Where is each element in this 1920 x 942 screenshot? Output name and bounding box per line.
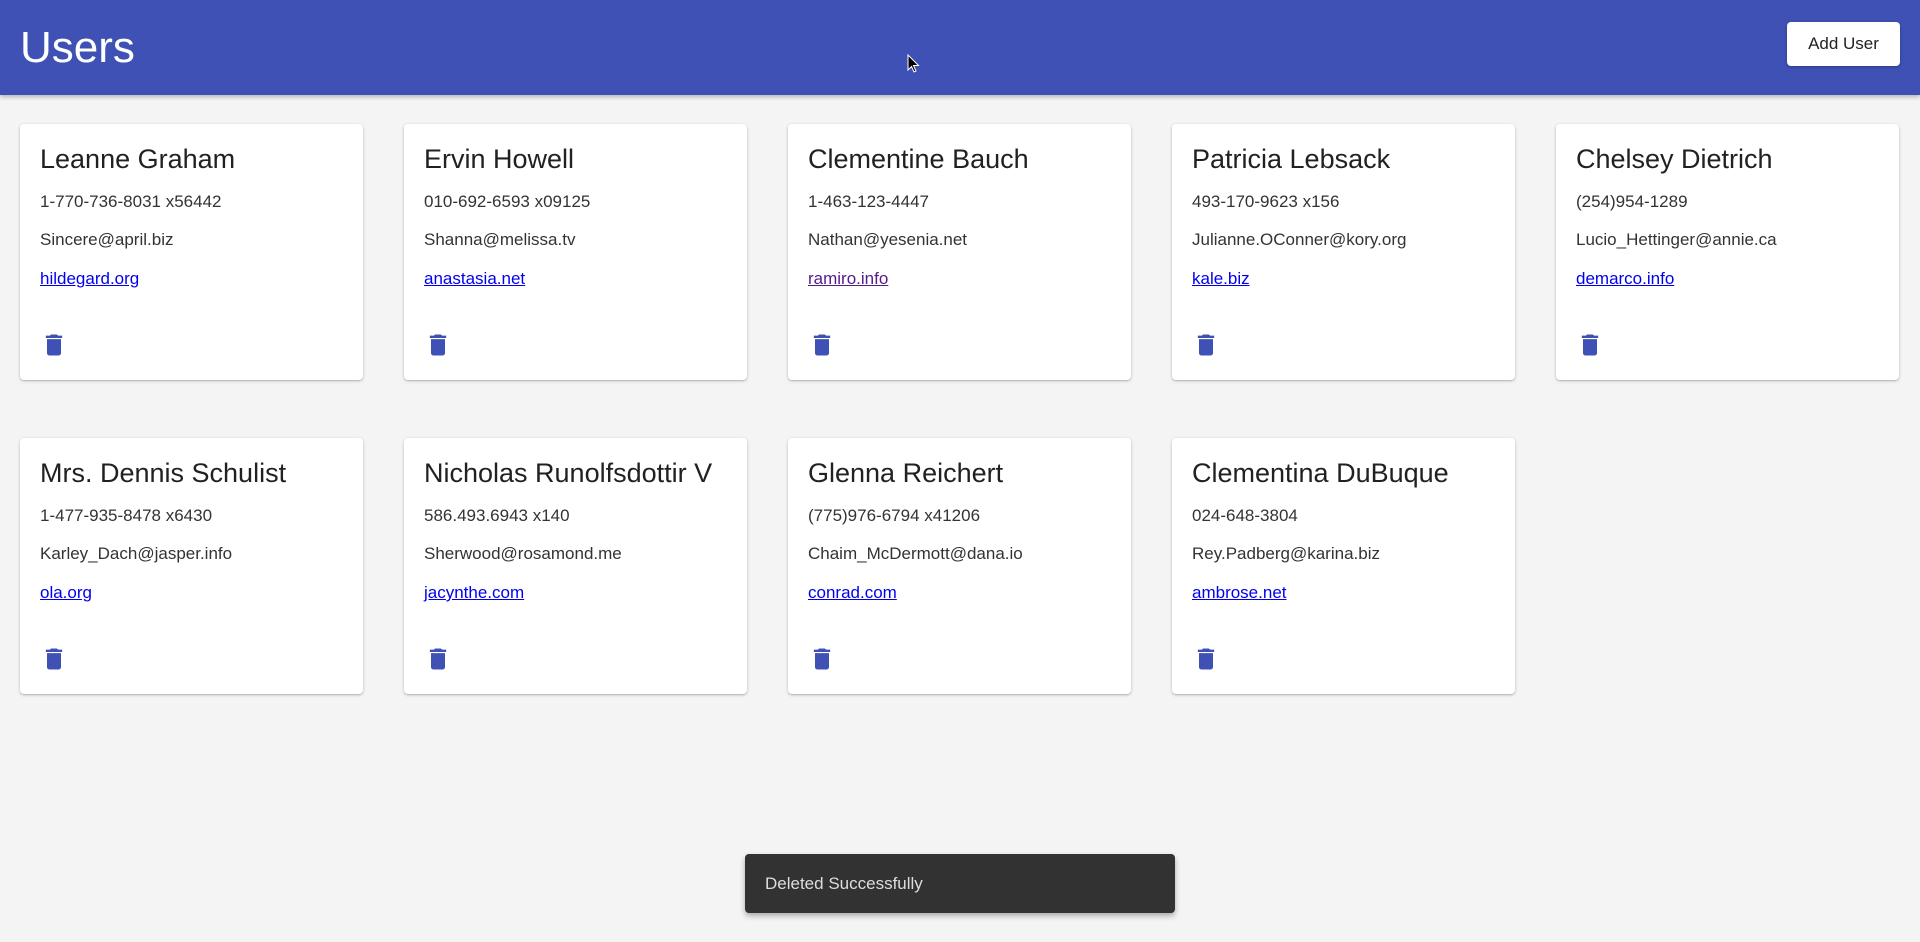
delete-user-button[interactable] <box>1192 330 1220 360</box>
trash-icon <box>1581 334 1599 356</box>
delete-user-button[interactable] <box>808 330 836 360</box>
user-website-link[interactable]: kale.biz <box>1192 269 1250 289</box>
user-card: Glenna Reichert (775)976-6794 x41206 Cha… <box>788 438 1131 694</box>
user-email: Julianne.OConner@kory.org <box>1192 230 1407 249</box>
user-phone: (254)954-1289 <box>1576 192 1688 211</box>
user-phone: 1-477-935-8478 x6430 <box>40 506 213 525</box>
snackbar-message: Deleted Successfully <box>765 874 923 893</box>
user-name: Nicholas Runolfsdottir V <box>424 458 713 488</box>
delete-user-button[interactable] <box>808 644 836 674</box>
user-name: Clementine Bauch <box>808 144 1029 174</box>
user-name: Chelsey Dietrich <box>1576 144 1773 174</box>
user-name: Glenna Reichert <box>808 458 1004 488</box>
user-card: Clementina DuBuque 024-648-3804 Rey.Padb… <box>1172 438 1515 694</box>
user-email: Sherwood@rosamond.me <box>424 544 622 563</box>
user-email: Lucio_Hettinger@annie.ca <box>1576 230 1777 249</box>
user-name: Leanne Graham <box>40 144 236 174</box>
user-website-link[interactable]: ramiro.info <box>808 269 888 289</box>
user-website-link[interactable]: jacynthe.com <box>424 583 524 603</box>
trash-icon <box>1197 648 1215 670</box>
user-phone: 493-170-9623 x156 <box>1192 192 1340 211</box>
trash-icon <box>1197 334 1215 356</box>
user-website-link[interactable]: ambrose.net <box>1192 583 1287 603</box>
user-card: Leanne Graham 1-770-736-8031 x56442 Sinc… <box>20 124 363 380</box>
delete-user-button[interactable] <box>1192 644 1220 674</box>
page-title: Users <box>20 23 135 72</box>
user-card: Ervin Howell 010-692-6593 x09125 Shanna@… <box>404 124 747 380</box>
user-card: Mrs. Dennis Schulist 1-477-935-8478 x643… <box>20 438 363 694</box>
user-website-link[interactable]: hildegard.org <box>40 269 139 289</box>
user-phone: 586.493.6943 x140 <box>424 506 570 525</box>
user-phone: (775)976-6794 x41206 <box>808 506 981 525</box>
user-name: Ervin Howell <box>424 144 575 174</box>
app-toolbar: Users Add User <box>0 0 1920 95</box>
user-website-link[interactable]: conrad.com <box>808 583 897 603</box>
user-card-grid: Leanne Graham 1-770-736-8031 x56442 Sinc… <box>20 124 1902 694</box>
user-card: Clementine Bauch 1-463-123-4447 Nathan@y… <box>788 124 1131 380</box>
user-website-link[interactable]: ola.org <box>40 583 92 603</box>
user-phone: 1-770-736-8031 x56442 <box>40 192 222 211</box>
user-name: Mrs. Dennis Schulist <box>40 458 287 488</box>
user-email: Chaim_McDermott@dana.io <box>808 544 1023 563</box>
user-email: Shanna@melissa.tv <box>424 230 576 249</box>
user-website-link[interactable]: demarco.info <box>1576 269 1674 289</box>
user-email: Karley_Dach@jasper.info <box>40 544 233 563</box>
user-card: Chelsey Dietrich (254)954-1289 Lucio_Het… <box>1556 124 1899 380</box>
trash-icon <box>45 648 63 670</box>
delete-user-button[interactable] <box>424 644 452 674</box>
user-name: Clementina DuBuque <box>1192 458 1449 488</box>
user-phone: 024-648-3804 <box>1192 506 1298 525</box>
user-card: Nicholas Runolfsdottir V 586.493.6943 x1… <box>404 438 747 694</box>
add-user-button[interactable]: Add User <box>1787 22 1900 66</box>
delete-user-button[interactable] <box>424 330 452 360</box>
mouse-cursor-icon <box>907 54 920 73</box>
trash-icon <box>813 648 831 670</box>
trash-icon <box>813 334 831 356</box>
user-email: Rey.Padberg@karina.biz <box>1192 544 1380 563</box>
user-website-link[interactable]: anastasia.net <box>424 269 525 289</box>
user-card: Patricia Lebsack 493-170-9623 x156 Julia… <box>1172 124 1515 380</box>
user-email: Sincere@april.biz <box>40 230 174 249</box>
delete-user-button[interactable] <box>40 330 68 360</box>
trash-icon <box>429 648 447 670</box>
trash-icon <box>45 334 63 356</box>
delete-user-button[interactable] <box>1576 330 1604 360</box>
trash-icon <box>429 334 447 356</box>
user-phone: 010-692-6593 x09125 <box>424 192 591 211</box>
user-email: Nathan@yesenia.net <box>808 230 968 249</box>
user-phone: 1-463-123-4447 <box>808 192 929 211</box>
user-name: Patricia Lebsack <box>1192 144 1391 174</box>
snackbar: Deleted Successfully <box>745 854 1175 913</box>
delete-user-button[interactable] <box>40 644 68 674</box>
